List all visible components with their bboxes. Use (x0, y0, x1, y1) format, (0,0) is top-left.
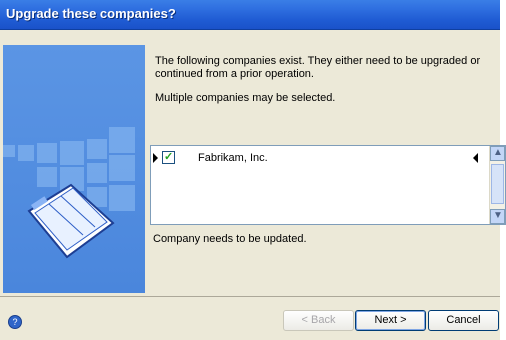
cancel-button[interactable]: Cancel (428, 310, 499, 331)
chevron-down-icon: ▼ (493, 210, 503, 221)
back-button[interactable]: < Back (283, 310, 354, 331)
wizard-window: Upgrade these companies? The following c… (0, 0, 506, 340)
list-item[interactable]: ✓ Fabrikam, Inc. (151, 149, 489, 167)
next-button[interactable]: Next > (355, 310, 426, 331)
checkmark-icon: ✓ (164, 151, 174, 163)
company-list[interactable]: ✓ Fabrikam, Inc. ▲ ▼ (150, 145, 506, 225)
chevron-up-icon: ▲ (493, 147, 503, 158)
wizard-footer: ? < Back Next > Cancel (0, 296, 500, 340)
vertical-scrollbar[interactable]: ▲ ▼ (489, 146, 505, 224)
multi-select-note: Multiple companies may be selected. (155, 92, 336, 104)
dialog-content: The following companies exist. They eith… (0, 31, 506, 295)
row-pointer-icon (153, 153, 158, 163)
company-name: Fabrikam, Inc. (198, 152, 268, 164)
side-illustration (3, 45, 145, 293)
window-title: Upgrade these companies? (6, 6, 176, 21)
document-icon (27, 183, 115, 259)
scroll-thumb[interactable] (491, 164, 504, 204)
title-bar[interactable]: Upgrade these companies? (0, 0, 500, 30)
scroll-up-button[interactable]: ▲ (490, 146, 505, 161)
instruction-text: The following companies exist. They eith… (155, 55, 481, 80)
scroll-down-button[interactable]: ▼ (490, 209, 505, 224)
company-checkbox[interactable]: ✓ (162, 151, 175, 164)
help-icon[interactable]: ? (8, 315, 22, 329)
row-arrow-icon (473, 153, 478, 163)
status-text: Company needs to be updated. (153, 233, 307, 245)
